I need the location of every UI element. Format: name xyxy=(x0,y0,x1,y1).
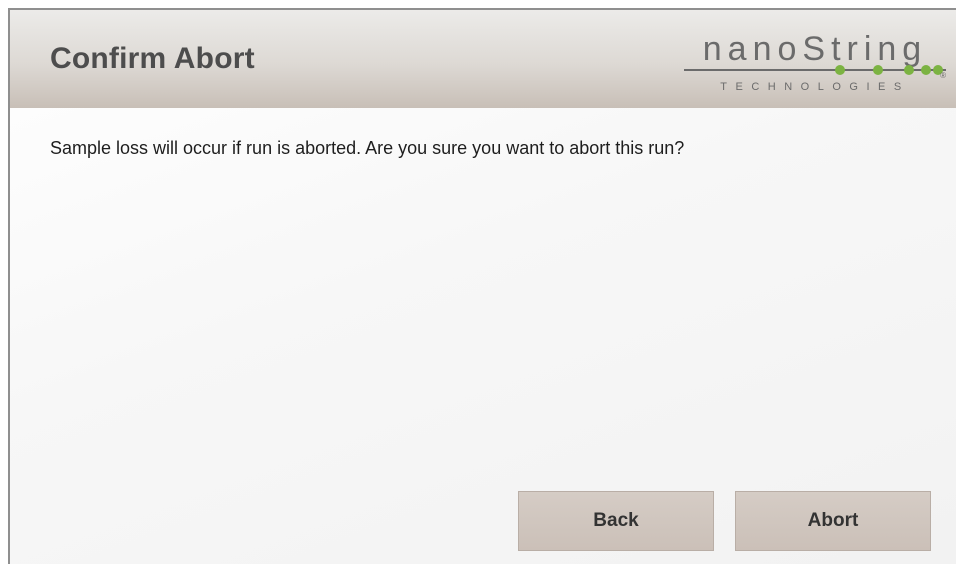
dialog-title: Confirm Abort xyxy=(50,42,255,75)
logo-dot-icon xyxy=(835,65,845,75)
logo-dot-icon xyxy=(873,65,883,75)
confirm-abort-dialog: Confirm Abort nanoString ® TECHNOLOGIES … xyxy=(8,8,956,564)
logo-dot-icon xyxy=(921,65,931,75)
dialog-header: Confirm Abort nanoString ® TECHNOLOGIES xyxy=(10,10,956,108)
logo-dot-icon xyxy=(904,65,914,75)
logo-wordmark: nanoString xyxy=(703,30,927,68)
back-button[interactable]: Back xyxy=(518,491,714,551)
confirmation-message: Sample loss will occur if run is aborted… xyxy=(50,138,685,158)
logo-subtitle: TECHNOLOGIES xyxy=(720,81,909,93)
nanostring-logo: nanoString ® TECHNOLOGIES xyxy=(684,30,946,93)
abort-button[interactable]: Abort xyxy=(735,491,931,551)
logo-registered-mark: ® xyxy=(940,71,946,80)
